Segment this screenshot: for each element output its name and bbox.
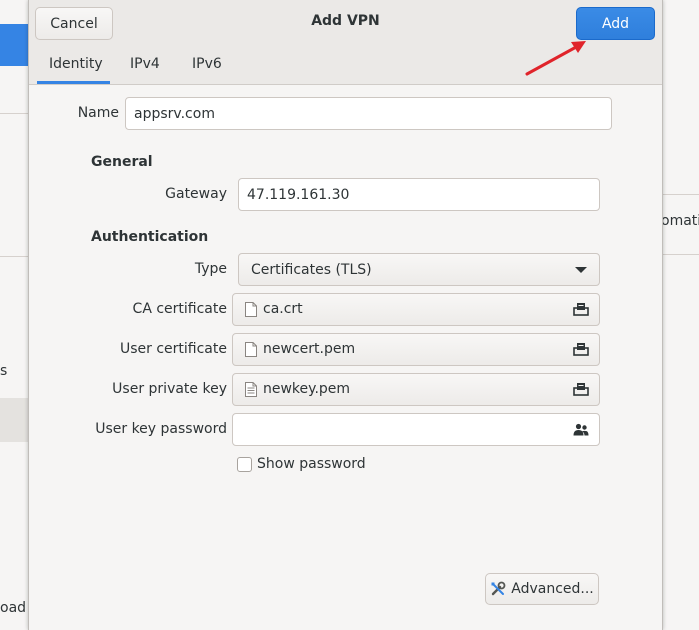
user-key-password-input[interactable]	[232, 413, 600, 446]
open-folder-icon	[573, 383, 589, 396]
show-password-label[interactable]: Show password	[257, 456, 366, 472]
ca-certificate-label: CA certificate	[132, 301, 227, 317]
identity-page: Name appsrv.com General Gateway 47.119.1…	[29, 85, 662, 630]
background-separator	[661, 254, 699, 255]
active-tab-indicator	[37, 81, 110, 84]
background-partial-text: oad	[0, 600, 27, 616]
document-icon	[245, 342, 257, 357]
chevron-down-icon	[575, 267, 587, 273]
tab-ipv4[interactable]: IPv4	[130, 56, 160, 72]
show-password-checkbox[interactable]	[237, 457, 252, 472]
background-selected-row	[0, 24, 28, 66]
advanced-button[interactable]: Advanced...	[485, 573, 599, 605]
ca-certificate-filename: ca.crt	[263, 301, 303, 317]
name-input[interactable]: appsrv.com	[125, 97, 612, 130]
background-partial-text: omatic	[661, 213, 699, 229]
user-certificate-label: User certificate	[119, 341, 227, 357]
authentication-section-header: Authentication	[91, 229, 209, 245]
open-folder-icon	[573, 303, 589, 316]
tab-ipv6[interactable]: IPv6	[192, 56, 222, 72]
dialog-title: Add VPN	[311, 13, 380, 29]
name-label: Name	[77, 105, 119, 121]
background-right-panel	[661, 0, 699, 630]
background-separator	[661, 194, 699, 195]
user-group-icon[interactable]	[573, 423, 589, 436]
ca-certificate-chooser[interactable]: ca.crt	[232, 293, 600, 326]
background-separator	[0, 256, 28, 257]
background-separator	[0, 113, 28, 114]
background-partial-text: s	[0, 363, 8, 379]
document-icon	[245, 302, 257, 317]
open-folder-icon	[573, 343, 589, 356]
auth-type-value: Certificates (TLS)	[251, 261, 372, 278]
add-vpn-dialog: Cancel Add VPN Add Identity IPv4 IPv6 Na…	[28, 0, 663, 630]
general-section-header: General	[91, 154, 153, 170]
user-certificate-chooser[interactable]: newcert.pem	[232, 333, 600, 366]
auth-type-dropdown[interactable]: Certificates (TLS)	[238, 253, 600, 286]
advanced-button-label: Advanced...	[511, 581, 594, 597]
background-row	[0, 398, 28, 442]
annotation-arrow-icon	[525, 41, 586, 76]
gateway-input[interactable]: 47.119.161.30	[238, 178, 600, 211]
user-key-password-label: User key password	[95, 421, 227, 437]
gateway-label: Gateway	[165, 186, 227, 202]
tools-icon	[491, 581, 506, 596]
text-document-icon	[245, 382, 257, 397]
user-private-key-chooser[interactable]: newkey.pem	[232, 373, 600, 406]
user-certificate-filename: newcert.pem	[263, 341, 356, 357]
tab-identity[interactable]: Identity	[49, 56, 103, 72]
user-private-key-label: User private key	[112, 381, 227, 397]
type-label: Type	[194, 261, 227, 277]
user-private-key-filename: newkey.pem	[263, 381, 351, 397]
